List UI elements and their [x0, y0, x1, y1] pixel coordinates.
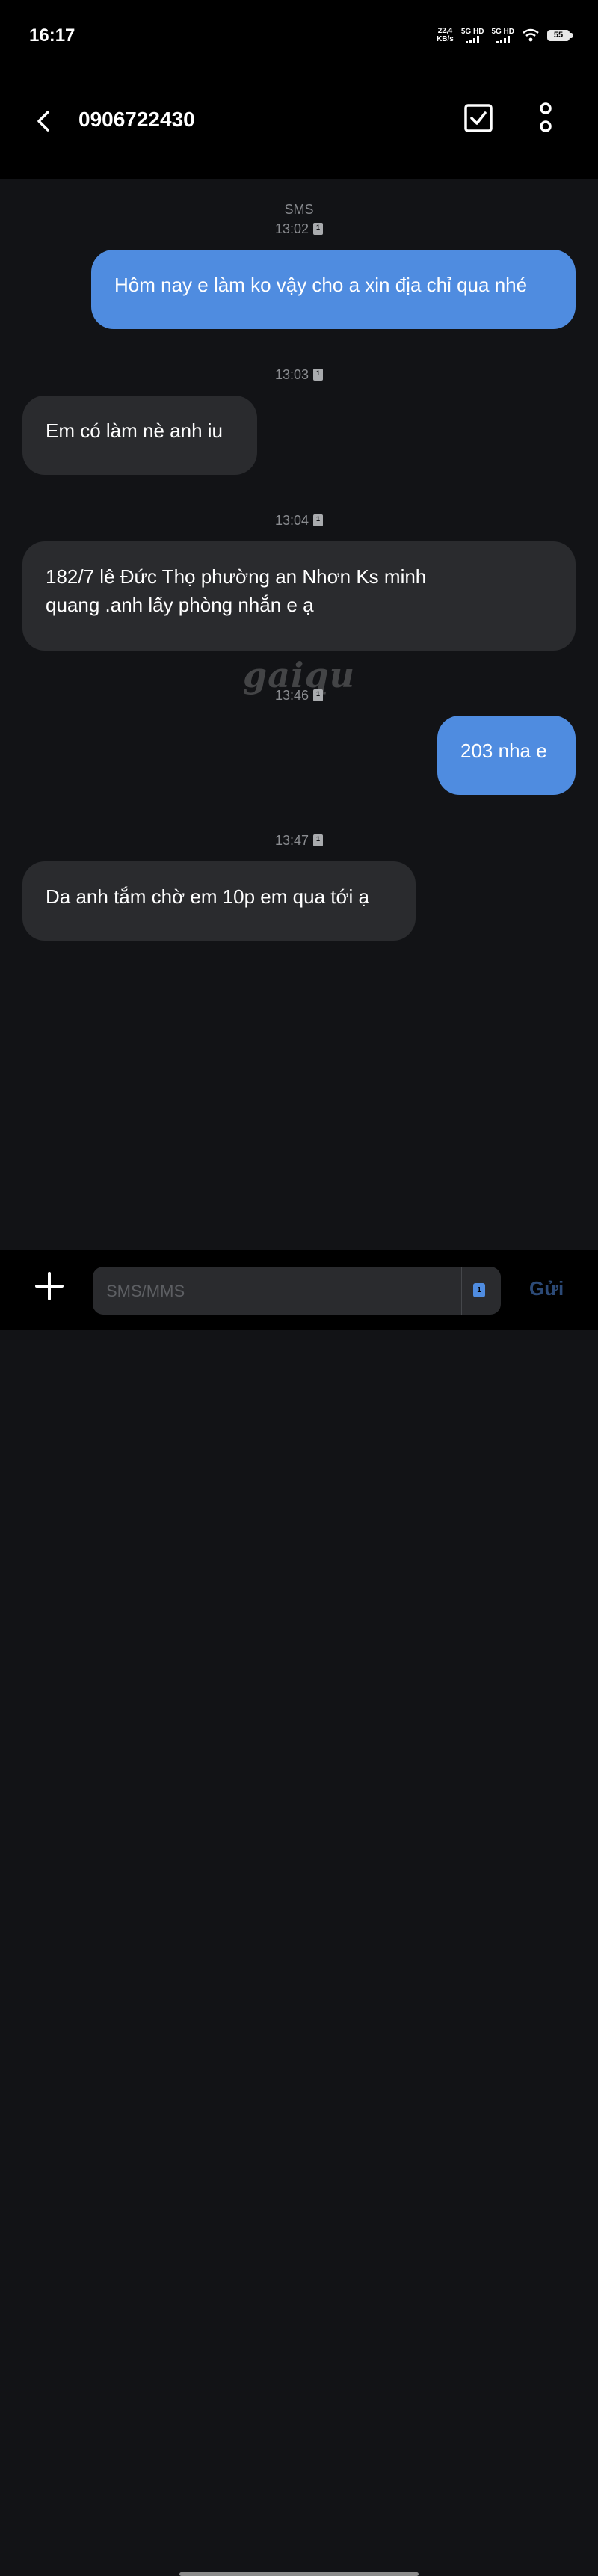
signal-bars-icon [466, 35, 480, 43]
clock: 16:17 [29, 25, 75, 46]
message-input[interactable] [105, 1267, 466, 1316]
back-icon[interactable] [28, 106, 58, 136]
timestamp: 13:02 [0, 221, 598, 237]
network-speed: 22,4 KB/s [437, 27, 454, 43]
home-indicator[interactable] [179, 2572, 419, 2576]
outgoing-message[interactable]: Hôm nay e làm ko vậy cho a xin địa chỉ q… [91, 250, 576, 329]
timestamp: 13:04 [0, 513, 598, 529]
conversation-header: 0906722430 [0, 75, 598, 179]
wifi-icon [523, 28, 539, 42]
battery-icon: 55 [547, 29, 573, 41]
incoming-message[interactable]: 182/7 lê Đức Thọ phường an Nhơn Ks minh … [22, 541, 576, 651]
incoming-message[interactable]: Em có làm nè anh iu [22, 396, 257, 475]
signal-bars-icon [496, 35, 510, 43]
sim-icon [313, 514, 324, 526]
message-thread[interactable]: SMS 13:02 Hôm nay e làm ko vậy cho a xin… [0, 179, 598, 1250]
status-bar: 16:17 22,4 KB/s 5G HD 5G HD 55 [0, 0, 598, 75]
sim-icon [313, 223, 324, 235]
more-vertical-icon[interactable] [531, 102, 561, 135]
sim1-signal: 5G HD [461, 28, 484, 43]
timestamp: 13:03 [0, 367, 598, 383]
status-icons: 22,4 KB/s 5G HD 5G HD 55 [437, 27, 573, 43]
channel-label: SMS [284, 202, 314, 217]
message-input-box: 1 [93, 1267, 501, 1316]
sim-icon [313, 369, 324, 381]
checkbox-icon[interactable] [463, 103, 493, 133]
sim-icon [313, 689, 324, 701]
sim-card-icon: 1 [473, 1283, 485, 1297]
outgoing-message[interactable]: 203 nha e [437, 716, 576, 795]
timestamp: 13:47 [0, 833, 598, 849]
message-composer: 1 Gửi [0, 1250, 598, 2576]
sim-icon [313, 834, 324, 846]
sim2-signal: 5G HD [491, 28, 514, 43]
send-button[interactable]: Gửi [529, 1277, 564, 1300]
contact-number: 0906722430 [78, 108, 195, 131]
timestamp: 13:46 [0, 688, 598, 704]
incoming-message[interactable]: Da anh tắm chờ em 10p em qua tới ạ [22, 861, 416, 941]
plus-icon[interactable] [34, 1271, 64, 1301]
sim-selector[interactable]: 1 [461, 1267, 501, 1315]
